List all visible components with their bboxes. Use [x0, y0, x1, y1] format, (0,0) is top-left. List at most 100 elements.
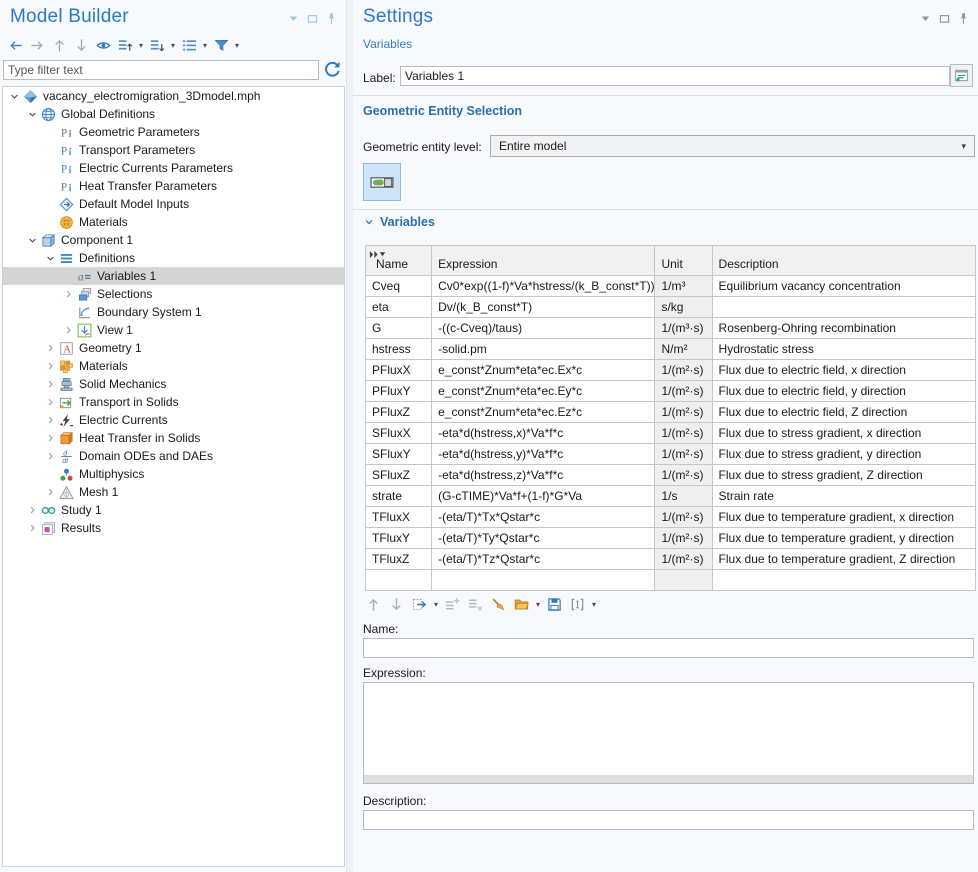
delete-row-icon[interactable]	[467, 596, 484, 613]
expander-closed-icon[interactable]	[25, 521, 40, 536]
expander-closed-icon[interactable]	[61, 287, 76, 302]
cell-description[interactable]: Flux due to electric field, x direction	[712, 360, 975, 381]
panel-menu-icon[interactable]	[919, 12, 932, 25]
expander-closed-icon[interactable]	[43, 377, 58, 392]
tree-item-vacancy-electromigration-3dmodel-mph[interactable]: vacancy_electromigration_3Dmodel.mph	[3, 87, 344, 105]
expander-open-icon[interactable]	[25, 233, 40, 248]
cell-description[interactable]: Flux due to temperature gradient, x dire…	[712, 507, 975, 528]
expander-closed-icon[interactable]	[43, 485, 58, 500]
expander-closed-icon[interactable]	[43, 341, 58, 356]
tree-item-study-1[interactable]: Study 1	[3, 501, 344, 519]
cell-name[interactable]: strate	[366, 486, 432, 507]
tree-item-results[interactable]: Results	[3, 519, 344, 537]
table-row[interactable]: PFluxYe_const*Znum*eta*ec.Ey*c1/(m²·s)Fl…	[366, 381, 976, 402]
variables-section-header[interactable]: Variables	[363, 215, 435, 229]
expander-open-icon[interactable]	[43, 251, 58, 266]
rename-note-button[interactable]	[950, 64, 973, 87]
cell-expression[interactable]: e_const*Znum*eta*ec.Ez*c	[432, 402, 655, 423]
dropdown-caret-icon[interactable]: ▾	[203, 37, 207, 54]
description-input[interactable]	[363, 810, 974, 830]
cell-description[interactable]	[712, 297, 975, 318]
move-up-icon[interactable]	[51, 37, 68, 54]
move-down-icon[interactable]	[388, 596, 405, 613]
tree-item-definitions[interactable]: Definitions	[3, 249, 344, 267]
column-header-name[interactable]: Name	[366, 246, 432, 276]
cell-description[interactable]: Hydrostatic stress	[712, 339, 975, 360]
cell-name[interactable]: TFluxZ	[366, 549, 432, 570]
geometric-entity-level-select[interactable]: Entire model ▾	[490, 135, 975, 157]
table-row[interactable]: hstress-solid.pmN/m²Hydrostatic stress	[366, 339, 976, 360]
table-row[interactable]: PFluxXe_const*Znum*eta*ec.Ex*c1/(m²·s)Fl…	[366, 360, 976, 381]
tree-item-electric-currents-parameters[interactable]: PElectric Currents Parameters	[3, 159, 344, 177]
cell-expression[interactable]: -eta*d(hstress,x)*Va*f*c	[432, 423, 655, 444]
dropdown-caret-icon[interactable]: ▾	[434, 596, 438, 613]
show-eye-icon[interactable]	[95, 37, 112, 54]
cell-description[interactable]: Flux due to temperature gradient, y dire…	[712, 528, 975, 549]
cell-name[interactable]: TFluxX	[366, 507, 432, 528]
cell-name[interactable]: SFluxY	[366, 444, 432, 465]
pin-panel-icon[interactable]	[957, 12, 970, 25]
expand-all-icon[interactable]	[149, 37, 166, 54]
table-row[interactable]: TFluxX-(eta/T)*Tx*Qstar*c1/(m²·s)Flux du…	[366, 507, 976, 528]
cell-expression[interactable]: -(eta/T)*Tx*Qstar*c	[432, 507, 655, 528]
expander-closed-icon[interactable]	[25, 503, 40, 518]
cell-expression[interactable]: (G-cTIME)*Va*f+(1-f)*G*Va	[432, 486, 655, 507]
tree-item-heat-transfer-in-solids[interactable]: Heat Transfer in Solids	[3, 429, 344, 447]
column-header-unit[interactable]: Unit	[655, 246, 712, 276]
cell-description[interactable]: Flux due to temperature gradient, Z dire…	[712, 549, 975, 570]
expander-open-icon[interactable]	[25, 107, 40, 122]
table-row[interactable]: G-((c-Cveq)/taus)1/(m³·s)Rosenberg-Ohrin…	[366, 318, 976, 339]
expander-open-icon[interactable]	[7, 89, 22, 104]
tree-item-domain-odes-and-daes[interactable]: ddtDomain ODEs and DAEs	[3, 447, 344, 465]
table-row[interactable]: SFluxZ-eta*d(hstress,z)*Va*f*c1/(m²·s)Fl…	[366, 465, 976, 486]
collapse-all-icon[interactable]	[117, 37, 134, 54]
cell-expression[interactable]: -solid.pm	[432, 339, 655, 360]
cell-name[interactable]: PFluxZ	[366, 402, 432, 423]
filter-icon[interactable]	[213, 37, 230, 54]
expander-closed-icon[interactable]	[43, 413, 58, 428]
tree-item-geometric-parameters[interactable]: PGeometric Parameters	[3, 123, 344, 141]
cell-name[interactable]: PFluxY	[366, 381, 432, 402]
edit-name-icon[interactable]	[569, 596, 586, 613]
forward-arrow-icon[interactable]	[29, 37, 46, 54]
table-row[interactable]: SFluxY-eta*d(hstress,y)*Va*f*c1/(m²·s)Fl…	[366, 444, 976, 465]
pin-panel-icon[interactable]	[325, 12, 338, 25]
cell-name[interactable]: hstress	[366, 339, 432, 360]
move-columns-icon[interactable]	[369, 248, 387, 262]
tree-item-component-1[interactable]: Component 1	[3, 231, 344, 249]
tree-item-materials[interactable]: Materials	[3, 213, 344, 231]
float-panel-icon[interactable]	[938, 12, 951, 25]
tree-item-variables-1[interactable]: aVariables 1	[3, 267, 344, 285]
tree-item-solid-mechanics[interactable]: Solid Mechanics	[3, 375, 344, 393]
move-down-icon[interactable]	[73, 37, 90, 54]
tree-item-transport-parameters[interactable]: PTransport Parameters	[3, 141, 344, 159]
cell-description[interactable]: Flux due to stress gradient, x direction	[712, 423, 975, 444]
table-row[interactable]: PFluxZe_const*Znum*eta*ec.Ez*c1/(m²·s)Fl…	[366, 402, 976, 423]
refresh-icon[interactable]	[323, 60, 342, 79]
cell-expression[interactable]: e_const*Znum*eta*ec.Ex*c	[432, 360, 655, 381]
cell-expression[interactable]: -eta*d(hstress,y)*Va*f*c	[432, 444, 655, 465]
cell-expression[interactable]	[432, 570, 655, 591]
load-file-icon[interactable]	[513, 596, 530, 613]
dropdown-caret-icon[interactable]: ▾	[171, 37, 175, 54]
cell-expression[interactable]: -(eta/T)*Ty*Qstar*c	[432, 528, 655, 549]
cell-description[interactable]: Flux due to electric field, y direction	[712, 381, 975, 402]
panel-menu-icon[interactable]	[287, 12, 300, 25]
expander-closed-icon[interactable]	[43, 449, 58, 464]
table-row[interactable]: SFluxX-eta*d(hstress,x)*Va*f*c1/(m²·s)Fl…	[366, 423, 976, 444]
tree-item-heat-transfer-parameters[interactable]: PHeat Transfer Parameters	[3, 177, 344, 195]
column-header-description[interactable]: Description	[712, 246, 975, 276]
cell-name[interactable]: TFluxY	[366, 528, 432, 549]
label-input[interactable]	[400, 66, 950, 86]
cell-description[interactable]: Strain rate	[712, 486, 975, 507]
expression-textarea[interactable]	[364, 683, 973, 775]
expression-hscrollbar[interactable]	[364, 775, 973, 783]
table-row[interactable]: CveqCv0*exp((1-f)*Va*hstress/(k_B_const*…	[366, 276, 976, 297]
cell-name[interactable]: Cveq	[366, 276, 432, 297]
tree-item-global-definitions[interactable]: Global Definitions	[3, 105, 344, 123]
expander-closed-icon[interactable]	[43, 359, 58, 374]
cell-name[interactable]: eta	[366, 297, 432, 318]
tree-item-boundary-system-1[interactable]: Boundary System 1	[3, 303, 344, 321]
dropdown-caret-icon[interactable]: ▾	[536, 596, 540, 613]
cell-expression[interactable]: -(eta/T)*Tz*Qstar*c	[432, 549, 655, 570]
